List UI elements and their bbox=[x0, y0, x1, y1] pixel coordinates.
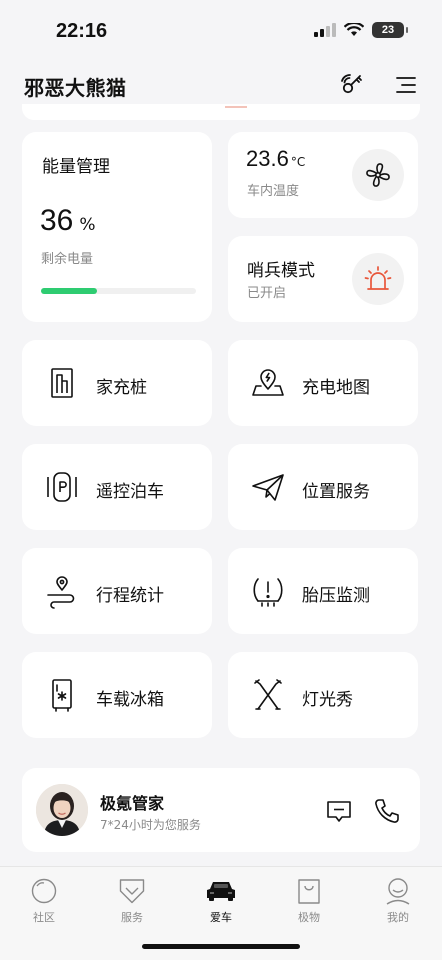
light-beams-icon bbox=[254, 679, 282, 710]
home-charger-tile[interactable]: 家充桩 bbox=[22, 340, 212, 426]
digital-key-icon[interactable] bbox=[336, 70, 366, 100]
tab-profile[interactable]: 我的 bbox=[368, 877, 428, 925]
sentry-mode-card[interactable]: 哨兵模式 已开启 bbox=[228, 236, 418, 322]
cellular-signal-icon bbox=[314, 23, 336, 37]
home-indicator bbox=[142, 944, 300, 949]
tab-community-label: 社区 bbox=[33, 911, 55, 924]
cabin-temp-value: 23.6 bbox=[246, 146, 289, 171]
cabin-temp-unit: °C bbox=[290, 155, 306, 169]
battery-label: 剩余电量 bbox=[41, 252, 94, 267]
sentry-button[interactable] bbox=[352, 253, 404, 305]
butler-description: 7*24小时为您服务 bbox=[100, 818, 201, 832]
cabin-temp-label: 车内温度 bbox=[247, 184, 300, 199]
butler-card[interactable]: 极氪管家 7*24小时为您服务 bbox=[22, 768, 420, 852]
battery-percent-value: 36 bbox=[40, 204, 74, 237]
tire-pressure-label: 胎压监测 bbox=[302, 586, 370, 606]
wifi-icon bbox=[344, 23, 364, 36]
butler-name: 极氪管家 bbox=[100, 794, 165, 813]
profile-icon bbox=[386, 878, 410, 905]
status-icons: 23 bbox=[314, 22, 408, 38]
charging-pile-icon bbox=[51, 368, 73, 398]
home-charger-label: 家充桩 bbox=[96, 378, 147, 398]
call-button[interactable] bbox=[372, 796, 402, 826]
tab-car[interactable]: 爱车 bbox=[191, 877, 251, 925]
tab-community[interactable]: 社区 bbox=[14, 877, 74, 925]
trip-stats-label: 行程统计 bbox=[96, 586, 164, 606]
trip-stats-tile[interactable]: 行程统计 bbox=[22, 548, 212, 634]
community-icon bbox=[31, 878, 57, 904]
remote-parking-label: 遥控泊车 bbox=[96, 482, 164, 502]
message-icon bbox=[327, 801, 351, 822]
tab-shop-label: 极物 bbox=[298, 911, 320, 924]
tab-profile-label: 我的 bbox=[387, 911, 409, 924]
car-fridge-tile[interactable]: 车载冰箱 bbox=[22, 652, 212, 738]
fridge-icon bbox=[52, 679, 72, 712]
battery-indicator: 23 bbox=[372, 22, 408, 38]
service-icon bbox=[119, 879, 145, 904]
paper-plane-icon bbox=[252, 474, 284, 501]
battery-bar-track bbox=[41, 288, 196, 294]
route-pin-icon bbox=[47, 576, 75, 609]
alarm-siren-icon bbox=[364, 266, 392, 290]
phone-icon bbox=[375, 799, 399, 823]
status-bar: 22:16 23 bbox=[0, 0, 442, 62]
car-icon bbox=[207, 882, 235, 901]
location-service-label: 位置服务 bbox=[302, 482, 370, 502]
temp-row: 23.6 °C bbox=[246, 146, 305, 172]
fan-button[interactable] bbox=[352, 149, 404, 201]
energy-value-row: 36 % bbox=[40, 204, 96, 238]
energy-card[interactable]: 能量管理 36 % 剩余电量 bbox=[22, 132, 212, 322]
car-name-title[interactable]: 邪恶大熊猫 bbox=[24, 72, 127, 101]
tab-service[interactable]: 服务 bbox=[102, 877, 162, 925]
battery-bar-fill bbox=[41, 288, 97, 294]
charging-map-tile[interactable]: 充电地图 bbox=[228, 340, 418, 426]
sentry-status: 已开启 bbox=[247, 286, 287, 301]
remote-parking-tile[interactable]: 遥控泊车 bbox=[22, 444, 212, 530]
light-show-tile[interactable]: 灯光秀 bbox=[228, 652, 418, 738]
car-fridge-label: 车载冰箱 bbox=[96, 690, 164, 710]
header: 邪恶大熊猫 bbox=[0, 62, 442, 110]
tab-shop[interactable]: 极物 bbox=[279, 877, 339, 925]
message-button[interactable] bbox=[324, 796, 354, 826]
parking-car-icon bbox=[47, 472, 77, 502]
sentry-title: 哨兵模式 bbox=[247, 261, 315, 281]
map-pin-bolt-icon bbox=[252, 369, 284, 396]
light-show-label: 灯光秀 bbox=[302, 690, 353, 710]
energy-title: 能量管理 bbox=[42, 157, 110, 177]
battery-percent-unit: % bbox=[79, 215, 96, 235]
fan-icon bbox=[366, 163, 390, 187]
status-time: 22:16 bbox=[56, 20, 108, 42]
tire-pressure-tile[interactable]: 胎压监测 bbox=[228, 548, 418, 634]
menu-icon[interactable] bbox=[391, 70, 421, 100]
tab-car-label: 爱车 bbox=[210, 911, 232, 924]
butler-avatar bbox=[36, 784, 88, 836]
shop-bag-icon bbox=[298, 879, 320, 904]
tire-pressure-icon bbox=[253, 578, 283, 607]
location-service-tile[interactable]: 位置服务 bbox=[228, 444, 418, 530]
climate-card[interactable]: 23.6 °C 车内温度 bbox=[228, 132, 418, 218]
collapsed-card-edge bbox=[22, 104, 420, 120]
tab-service-label: 服务 bbox=[121, 911, 143, 924]
charging-map-label: 充电地图 bbox=[302, 378, 370, 398]
